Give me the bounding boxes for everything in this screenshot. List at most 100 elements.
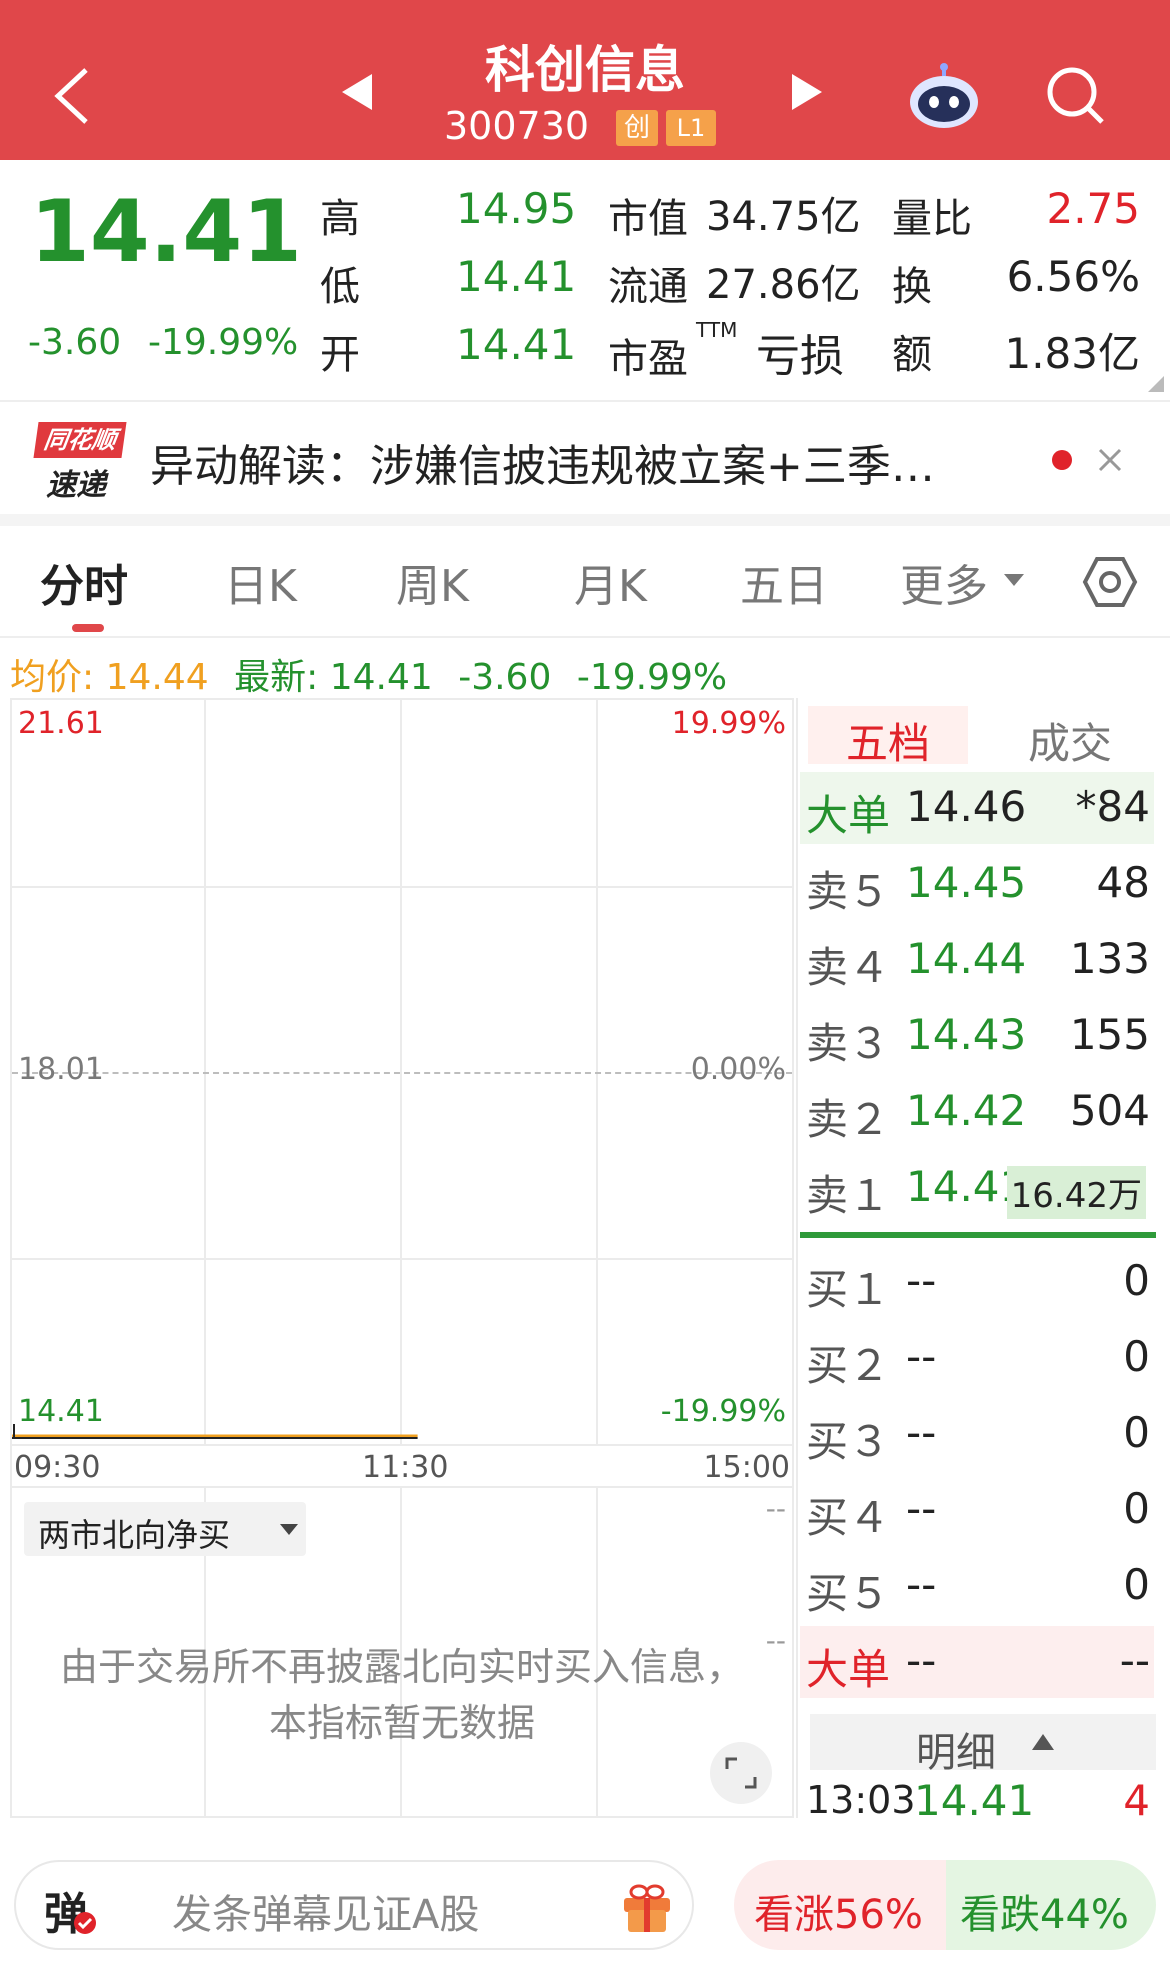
turnover-label: 换 — [892, 264, 932, 310]
no-data-msg-2: 本指标暂无数据 — [268, 1701, 535, 1745]
tab-daily-k[interactable]: 日K — [224, 550, 297, 614]
detail-toggle[interactable]: 明细 — [810, 1714, 1156, 1776]
volume-ratio-label: 量比 — [892, 196, 972, 242]
section-gap — [0, 514, 1170, 526]
pe-ttm-sup: TTM — [696, 318, 738, 342]
chevron-up-icon — [1032, 1734, 1054, 1750]
trade-detail-row: 13:03 14.41 4 — [800, 1776, 1154, 1825]
trade-vol: 4 — [1123, 1776, 1150, 1825]
low-value: 14.41 — [456, 252, 577, 301]
pct-label-mid: 0.00% — [690, 1052, 786, 1087]
big-buy-row: 大单 -- -- — [800, 1626, 1154, 1698]
tab-trades[interactable]: 成交 — [1000, 710, 1140, 771]
tab-weekly-k[interactable]: 周K — [396, 550, 469, 614]
buy-vol: 0 — [1123, 1484, 1150, 1533]
big-sell-label: 大单 — [806, 791, 891, 840]
avg-value: 14.44 — [105, 657, 209, 698]
settings-hexagon-icon[interactable] — [1082, 554, 1138, 610]
sell-vol: 155 — [1069, 1010, 1150, 1059]
indicator-dropdown[interactable]: 两市北向净买 — [24, 1502, 306, 1556]
big-sell-price: 14.46 — [906, 782, 1027, 831]
close-icon[interactable] — [1096, 446, 1124, 474]
news-bar[interactable]: 同花顺 速递 异动解读：涉嫌信披违规被立案+三季… — [0, 402, 1170, 514]
bearish-label: 看跌44% — [960, 1892, 1129, 1938]
sell-4-row: 卖４ 14.44 133 — [800, 924, 1154, 996]
buy-level-label: 买５ — [806, 1569, 891, 1618]
ths-express-logo: 同花顺 速递 — [33, 422, 127, 503]
last-label: 最新: — [234, 657, 319, 698]
sell-level-label: 卖３ — [806, 1019, 891, 1068]
low-label: 低 — [320, 264, 360, 310]
tab-five-levels[interactable]: 五档 — [808, 706, 968, 768]
buy-vol: 0 — [1123, 1256, 1150, 1305]
trade-price: 14.41 — [914, 1776, 1035, 1825]
expand-corner-icon[interactable] — [1148, 376, 1164, 392]
chevron-down-icon — [280, 1524, 298, 1535]
sell-vol: 133 — [1069, 934, 1150, 983]
turnover-value: 6.56% — [1006, 252, 1140, 301]
big-buy-label: 大单 — [806, 1645, 891, 1694]
big-sell-row: 大单 14.46 *84 — [800, 772, 1154, 844]
x-tick-open: 09:30 — [14, 1450, 101, 1485]
buy-price: -- — [906, 1560, 937, 1609]
sell-level-label: 卖２ — [806, 1095, 891, 1144]
buy-price: -- — [906, 1256, 937, 1305]
divider-vertical — [796, 698, 798, 1818]
tab-monthly-k[interactable]: 月K — [574, 550, 647, 614]
chg-pct-value: -19.99% — [576, 657, 728, 698]
sell-5-row: 卖５ 14.45 48 — [800, 848, 1154, 920]
buy-vol: 0 — [1123, 1408, 1150, 1457]
news-headline[interactable]: 异动解读：涉嫌信披违规被立案+三季… — [150, 430, 935, 494]
buy-3-row: 买３ -- 0 — [800, 1398, 1154, 1470]
buy-level-label: 买２ — [806, 1341, 891, 1390]
buy-price: -- — [906, 1408, 937, 1457]
tab-five-levels-label: 五档 — [845, 719, 930, 768]
chinext-badge: 创 — [616, 110, 658, 146]
next-stock-icon[interactable] — [788, 72, 824, 112]
chart-info-line: 均价: 14.44 最新: 14.41 -3.60 -19.99% — [10, 648, 727, 700]
buy-1-row: 买１ -- 0 — [800, 1246, 1154, 1318]
buy-vol: 0 — [1123, 1560, 1150, 1609]
sell-2-row: 卖２ 14.42 504 — [800, 1076, 1154, 1148]
high-value: 14.95 — [456, 184, 577, 233]
y-label-mid: 18.01 — [18, 1052, 104, 1087]
trade-time: 13:03 — [806, 1778, 916, 1822]
sell-level-label: 卖４ — [806, 943, 891, 992]
tab-five-day[interactable]: 五日 — [740, 550, 828, 614]
spread-divider — [800, 1232, 1156, 1238]
pe-label: 市盈 — [608, 336, 688, 382]
tab-intraday[interactable]: 分时 — [40, 550, 128, 614]
active-tab-indicator — [72, 624, 104, 632]
last-price: 14.41 — [30, 182, 303, 282]
danmu-input[interactable]: 弹 发条弹幕见证A股 — [14, 1860, 694, 1950]
sell-vol-highlight: 16.42万 — [1006, 1166, 1146, 1219]
fullscreen-button[interactable] — [710, 1742, 772, 1804]
bullish-button[interactable]: 看涨56% — [734, 1860, 946, 1950]
tab-more[interactable]: 更多 — [900, 550, 988, 614]
float-label: 流通 — [608, 264, 688, 310]
intraday-chart[interactable]: 21.61 18.01 14.41 19.99% 0.00% -19.99% — [10, 698, 794, 1446]
high-label: 高 — [320, 196, 360, 242]
search-icon[interactable] — [1044, 64, 1108, 128]
danmu-placeholder: 发条弹幕见证A股 — [172, 1892, 480, 1938]
pct-label-bottom: -19.99% — [660, 1394, 786, 1429]
sell-vol: 48 — [1096, 858, 1150, 907]
buy-5-row: 买５ -- 0 — [800, 1550, 1154, 1622]
sell-level-label: 卖５ — [806, 867, 891, 916]
buy-price: -- — [906, 1484, 937, 1533]
level1-badge: L1 — [666, 110, 716, 146]
sell-level-label: 卖１ — [806, 1171, 891, 1220]
buy-level-label: 买４ — [806, 1493, 891, 1542]
stock-code: 300730 — [444, 104, 590, 148]
amount-label: 额 — [892, 332, 932, 378]
bearish-button[interactable]: 看跌44% — [946, 1860, 1156, 1950]
sell-price: 14.45 — [906, 858, 1027, 907]
robot-assistant-icon[interactable] — [906, 62, 982, 132]
y-label-bottom: 14.41 — [18, 1394, 104, 1429]
buy-level-label: 买３ — [806, 1417, 891, 1466]
app-header: 科创信息 300730 创 L1 — [0, 0, 1170, 160]
price-change: -3.60 — [28, 322, 122, 363]
big-buy-vol: -- — [1119, 1636, 1150, 1685]
sell-vol: 504 — [1069, 1086, 1150, 1135]
gift-icon[interactable] — [620, 1880, 674, 1934]
